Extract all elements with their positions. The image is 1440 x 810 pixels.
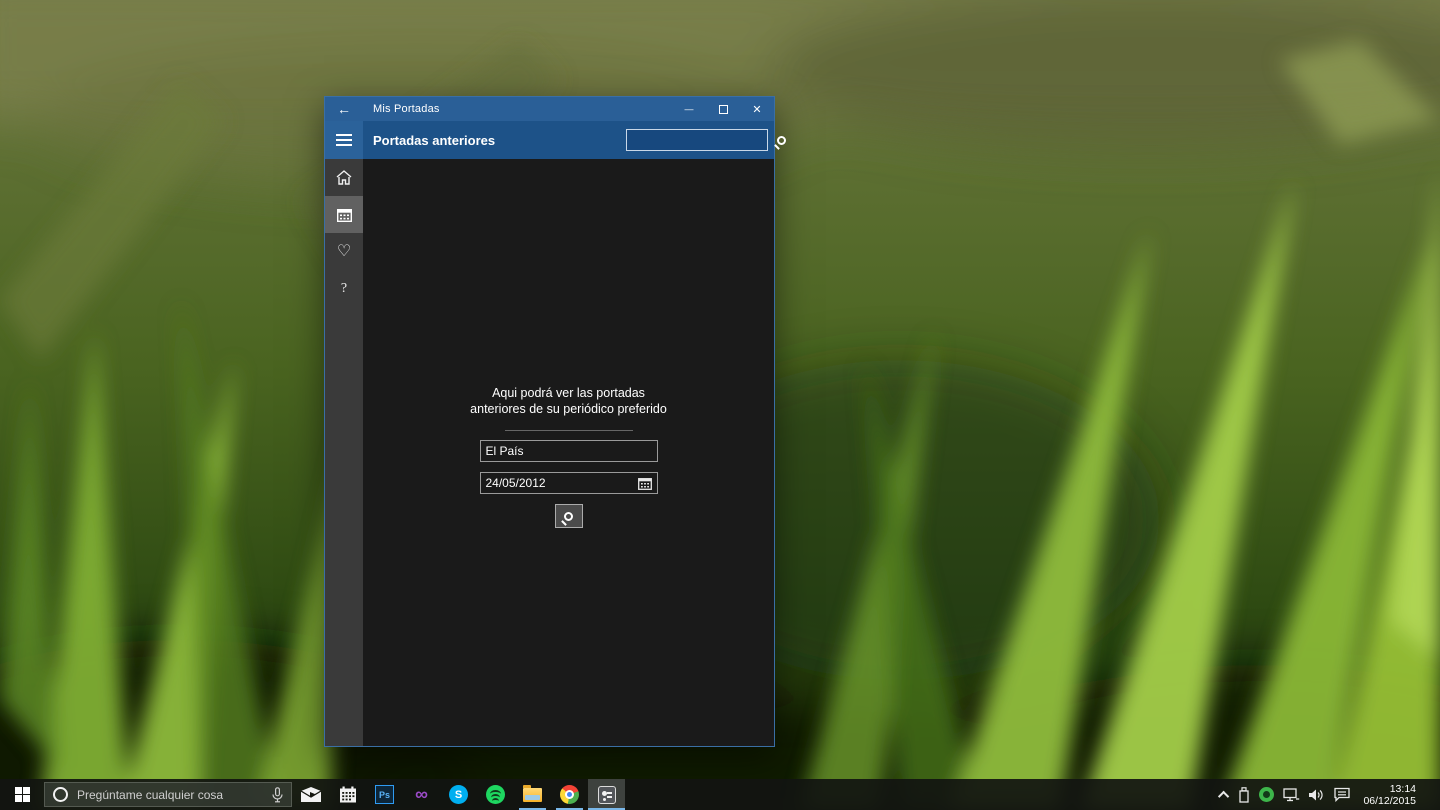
back-button[interactable]: ←	[325, 97, 363, 121]
taskbar-app-calendar[interactable]	[329, 779, 366, 810]
cortana-search-input[interactable]	[77, 787, 272, 802]
green-app-icon	[1259, 787, 1275, 802]
sidebar-item-help[interactable]: ?	[325, 270, 363, 307]
taskbar-app-spotify[interactable]	[477, 779, 514, 810]
action-center-icon	[1334, 787, 1351, 802]
taskbar-clock[interactable]: 13:14 06/12/2015	[1359, 783, 1424, 807]
intro-line2: anteriores de su periódico preferido	[470, 402, 667, 416]
start-button[interactable]	[0, 779, 44, 810]
sidebar-item-favorites[interactable]: ♡	[325, 233, 363, 270]
chrome-icon	[560, 785, 579, 804]
chevron-up-icon	[1218, 790, 1230, 802]
file-explorer-icon	[523, 784, 542, 802]
tray-chevron-button[interactable]	[1218, 790, 1230, 802]
taskbar-app-chrome[interactable]	[551, 779, 588, 810]
usb-drive-icon	[1239, 786, 1250, 803]
tray-app-button[interactable]	[1259, 787, 1275, 802]
taskbar: Ps ∞ S	[0, 779, 1440, 810]
close-icon: ✕	[752, 103, 762, 116]
skype-icon: S	[449, 785, 468, 804]
tray-network-button[interactable]	[1283, 787, 1300, 802]
mail-icon	[300, 787, 321, 802]
search-icon	[777, 135, 786, 145]
taskbar-app-mis-portadas[interactable]	[588, 779, 625, 810]
sidebar: ♡ ?	[325, 159, 363, 746]
back-icon: ←	[337, 101, 351, 117]
taskbar-apps: Ps ∞ S	[292, 779, 625, 810]
spotify-icon	[486, 785, 505, 804]
maximize-icon	[718, 104, 728, 114]
date-picker-calendar-icon[interactable]	[637, 477, 652, 490]
newspaper-input[interactable]	[485, 444, 652, 458]
taskbar-app-skype[interactable]: S	[440, 779, 477, 810]
cortana-icon	[53, 787, 68, 802]
mis-portadas-window: ← Mis Portadas — ✕ Portadas anteriores ♡…	[324, 96, 786, 747]
network-icon	[1283, 787, 1300, 801]
main-content: Aqui podrá ver las portadas anteriores d…	[363, 159, 774, 746]
page-title: Portadas anteriores	[373, 132, 496, 148]
taskbar-app-mail[interactable]	[292, 779, 329, 810]
header-search-button[interactable]	[777, 135, 786, 145]
tray-volume-button[interactable]	[1309, 788, 1325, 802]
microphone-icon[interactable]	[272, 786, 283, 803]
header-search-input[interactable]	[627, 130, 777, 150]
calendar-app-icon	[339, 786, 356, 803]
cortana-search-box[interactable]	[44, 782, 292, 807]
taskbar-app-visual-studio[interactable]: ∞	[403, 779, 440, 810]
search-covers-button[interactable]	[554, 504, 583, 528]
header-search-box[interactable]	[626, 129, 786, 151]
clock-time: 13:14	[1389, 782, 1416, 795]
window-titlebar[interactable]: ← Mis Portadas — ✕	[325, 97, 774, 121]
visual-studio-icon: ∞	[415, 784, 428, 804]
date-input[interactable]	[485, 476, 638, 490]
minimize-icon: —	[684, 104, 694, 114]
hamburger-icon	[336, 134, 352, 136]
mis-portadas-app-icon	[597, 785, 616, 804]
clock-date: 06/12/2015	[1363, 794, 1416, 807]
system-tray: 13:14 06/12/2015	[1218, 779, 1440, 810]
app-header: Portadas anteriores	[325, 121, 786, 159]
tray-usb-button[interactable]	[1238, 786, 1250, 803]
action-center-button[interactable]	[1334, 787, 1351, 802]
search-icon	[564, 511, 573, 521]
newspaper-field[interactable]	[479, 440, 658, 462]
taskbar-app-photoshop[interactable]: Ps	[366, 779, 403, 810]
hamburger-button[interactable]	[325, 121, 363, 159]
window-title: Mis Portadas	[373, 103, 440, 115]
intro-line1: Aqui podrá ver las portadas	[492, 386, 645, 400]
maximize-button[interactable]	[706, 97, 740, 121]
heart-icon: ♡	[336, 242, 352, 260]
minimize-button[interactable]: —	[672, 97, 706, 121]
sidebar-item-previous-covers[interactable]	[325, 196, 363, 233]
divider	[504, 430, 633, 431]
windows-logo-icon	[14, 787, 30, 802]
calendar-icon	[336, 208, 352, 222]
home-icon	[336, 170, 352, 185]
help-icon: ?	[340, 280, 348, 296]
speaker-icon	[1309, 789, 1323, 800]
sidebar-item-home[interactable]	[325, 159, 363, 196]
date-field[interactable]	[479, 472, 658, 494]
close-button[interactable]: ✕	[740, 97, 774, 121]
photoshop-icon: Ps	[375, 785, 394, 804]
intro-text: Aqui podrá ver las portadas anteriores d…	[470, 385, 667, 417]
taskbar-app-file-explorer[interactable]	[514, 779, 551, 810]
